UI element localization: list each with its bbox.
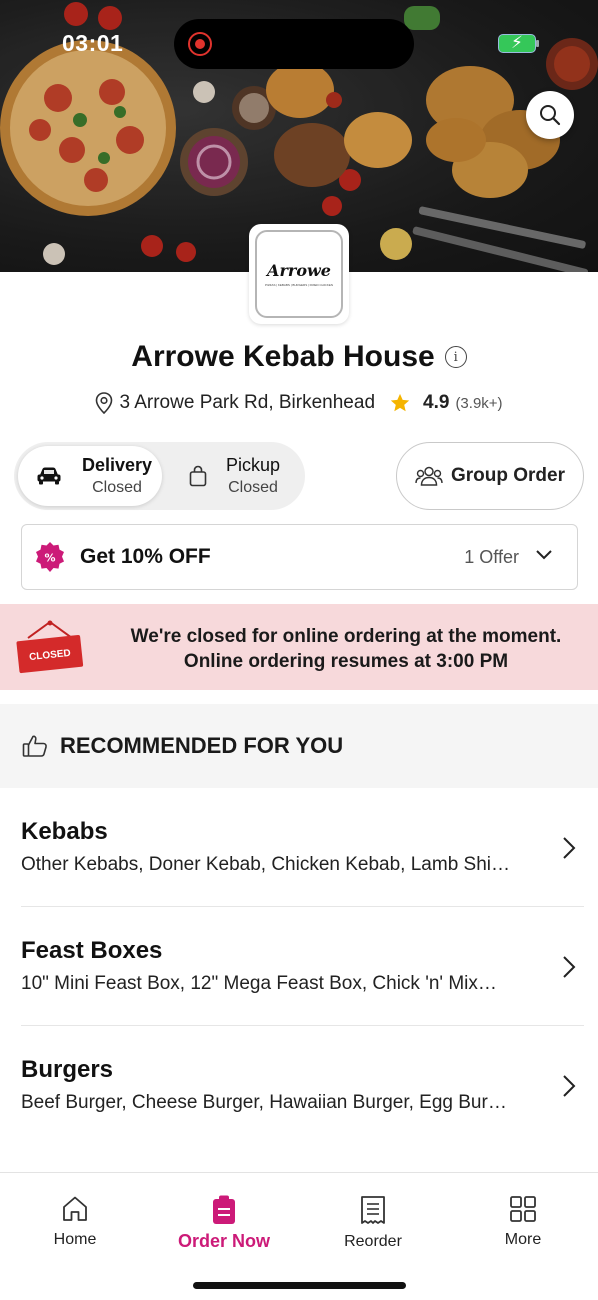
restaurant-name: Arrowe Kebab House [131,340,435,373]
delivery-status: Closed [92,479,142,496]
offer-count: 1 Offer [464,546,519,567]
fulfillment-mode-toggle: Delivery Closed Pickup Closed [14,442,305,510]
category-row-burgers[interactable]: Burgers Beef Burger, Cheese Burger, Hawa… [0,1026,598,1145]
discount-badge-icon: % [36,542,64,572]
category-row-feast-boxes[interactable]: Feast Boxes 10" Mini Feast Box, 12" Mega… [0,907,598,1026]
category-name: Burgers [21,1056,114,1083]
category-name: Kebabs [21,818,108,845]
nav-order-now-label: Order Now [177,1231,270,1251]
bottom-navigation: Home Order Now Reorder More [0,1172,598,1300]
closed-sign-icon: CLOSED [16,620,84,674]
pickup-status: Closed [228,479,278,496]
receipt-icon [361,1196,385,1224]
svg-text:%: % [44,552,55,565]
closed-message-line1: We're closed for online ordering at the … [130,626,562,647]
closed-notice-banner: CLOSED We're closed for online ordering … [0,604,598,690]
shopping-bag-icon [189,465,207,487]
category-items: 10" Mini Feast Box, 12" Mega Feast Box, … [21,973,497,994]
battery-charging-icon: ⚡ [498,33,539,53]
search-button[interactable] [526,91,574,139]
delivery-label: Delivery [82,455,153,475]
offer-title: Get 10% OFF [80,545,211,568]
category-items: Beef Burger, Cheese Burger, Hawaiian Bur… [21,1092,507,1113]
address-rating-row: 3 Arrowe Park Rd, Birkenhead 4.9 (3.9k+) [0,392,598,414]
restaurant-logo: Arrowe PIZZAS | KEBABS | BURGERS | FRIED… [249,224,349,324]
location-pin-icon [96,392,113,414]
pickup-option[interactable]: Pickup Closed [158,446,302,506]
chevron-right-icon [563,837,576,859]
recommended-title: RECOMMENDED FOR YOU [60,733,344,758]
group-order-label: Group Order [450,465,565,486]
category-items: Other Kebabs, Doner Kebab, Chicken Kebab… [21,854,511,875]
thumbs-up-icon [22,735,47,757]
closed-message: We're closed for online ordering at the … [106,624,586,674]
recommended-header: RECOMMENDED FOR YOU [0,704,598,788]
logo-frame: Arrowe PIZZAS | KEBABS | BURGERS | FRIED… [255,230,343,318]
logo-text: Arrowe [267,261,331,280]
group-people-icon [415,466,443,486]
chevron-right-icon [563,956,576,978]
logo-subtext: PIZZAS | KEBABS | BURGERS | FRIED CHICKE… [264,283,334,287]
pickup-label: Pickup [226,455,281,475]
home-icon [63,1196,87,1221]
nav-order-now[interactable]: Order Now [164,1195,284,1252]
nav-home[interactable]: Home [15,1195,135,1249]
nav-more-label: More [504,1231,542,1248]
screen-recording-icon [188,32,212,56]
order-icon [213,1195,235,1224]
status-time: 03:01 [62,30,124,56]
offer-bar[interactable]: % Get 10% OFF 1 Offer [21,524,578,590]
restaurant-title-row: Arrowe Kebab House i [0,340,598,374]
nav-home-label: Home [53,1231,97,1248]
star-icon [390,393,410,412]
category-name: Feast Boxes [21,937,163,964]
category-row-kebabs[interactable]: Kebabs Other Kebabs, Doner Kebab, Chicke… [0,788,598,907]
search-icon [540,105,561,126]
nav-more[interactable]: More [463,1195,583,1249]
grid-icon [510,1196,536,1222]
car-icon [37,467,61,485]
chevron-right-icon [563,1075,576,1097]
restaurant-address[interactable]: 3 Arrowe Park Rd, Birkenhead [119,392,375,414]
delivery-option[interactable]: Delivery Closed [18,446,162,506]
info-icon[interactable]: i [444,346,467,368]
chevron-down-icon [536,550,552,560]
rating-value: 4.9 [423,392,450,413]
closed-message-line2: Online ordering resumes at 3:00 PM [183,651,509,672]
home-indicator [193,1282,406,1289]
rating-count: (3.9k+) [455,394,503,412]
nav-reorder-label: Reorder [344,1233,402,1250]
group-order-button[interactable]: Group Order [396,442,584,510]
nav-reorder[interactable]: Reorder [313,1195,433,1251]
